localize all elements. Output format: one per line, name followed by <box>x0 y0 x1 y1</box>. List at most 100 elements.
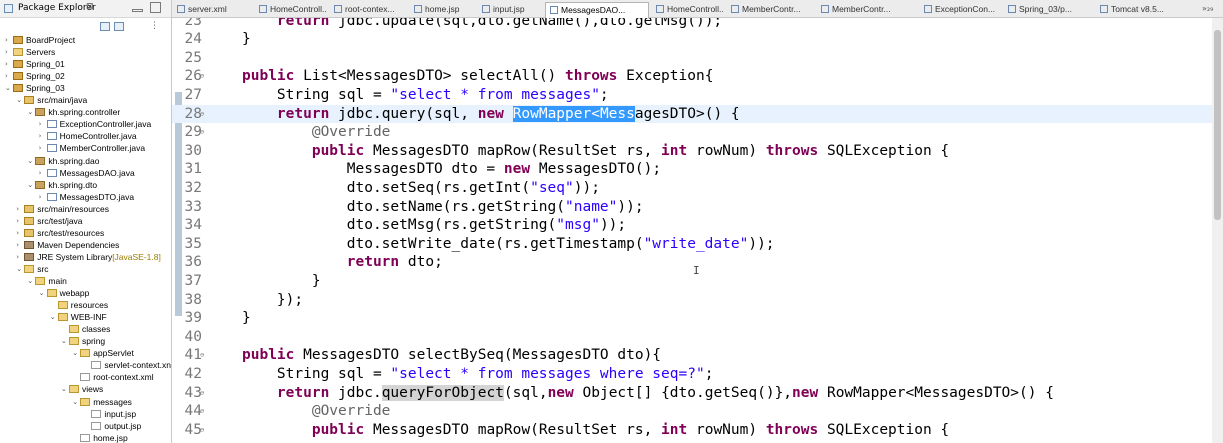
tree-item-label: servlet-context.xn <box>104 360 172 371</box>
fold-toggle-icon[interactable]: ⊖ <box>200 105 204 124</box>
project-icon <box>13 72 23 81</box>
tree-item-label: ExceptionController.java <box>59 119 152 130</box>
code-line[interactable]: 42 String sql = "select * from messages … <box>172 365 1212 384</box>
tab-overflow-indicator[interactable]: »₂₉ <box>1202 4 1213 13</box>
view-menu-icon[interactable]: ⋮ <box>150 21 159 31</box>
expand-chevron-icon[interactable]: › <box>5 70 12 82</box>
collapse-chevron-icon[interactable]: ⌄ <box>72 347 79 359</box>
fold-toggle-icon[interactable]: ⊖ <box>200 402 204 421</box>
code-line[interactable]: 37 } <box>172 272 1212 291</box>
expand-chevron-icon[interactable]: › <box>39 118 46 130</box>
code-line[interactable]: 29 ⊖ @Override <box>172 123 1212 142</box>
editor-tab[interactable]: input.jsp <box>478 2 542 18</box>
code-line[interactable]: 26 ⊖ public List<MessagesDTO> selectAll() … <box>172 67 1212 86</box>
scrollbar-thumb[interactable] <box>1214 30 1221 220</box>
folder-icon <box>24 264 35 273</box>
collapse-chevron-icon[interactable]: ⌄ <box>27 275 34 287</box>
close-view-icon[interactable]: ⊠ <box>86 2 94 12</box>
expand-chevron-icon[interactable]: › <box>5 46 12 58</box>
collapse-chevron-icon[interactable]: ⌄ <box>27 179 34 191</box>
tree-item-label: kh.spring.controller <box>48 107 121 118</box>
editor-tab[interactable]: MemberContr... <box>817 2 917 18</box>
expand-chevron-icon[interactable]: › <box>39 167 46 179</box>
collapse-chevron-icon[interactable]: ⌄ <box>16 263 23 275</box>
code-line[interactable]: 32 dto.setSeq(rs.getInt("seq")); <box>172 179 1212 198</box>
fold-toggle-icon[interactable]: ⊖ <box>200 421 204 440</box>
editor-tab[interactable]: home.jsp <box>410 2 474 18</box>
code-line[interactable]: 43 ⊖ return jdbc.queryForObject(sql,new O… <box>172 384 1212 403</box>
line-number: 27 <box>184 86 202 103</box>
code-line[interactable]: 38 }); <box>172 291 1212 310</box>
expand-chevron-icon[interactable]: › <box>16 227 23 239</box>
collapse-chevron-icon[interactable]: ⌄ <box>27 106 34 118</box>
expand-chevron-icon[interactable]: › <box>39 130 46 142</box>
line-number: 37 <box>184 272 202 289</box>
editor-tab[interactable]: MessagesDAO... <box>545 2 649 18</box>
editor-tab[interactable]: MemberContr... <box>727 2 813 18</box>
code-line[interactable]: 23 return jdbc.update(sql,dto.getName(),… <box>172 18 1212 30</box>
code-line[interactable]: 36 return dto; <box>172 253 1212 272</box>
expand-chevron-icon[interactable]: › <box>16 251 23 263</box>
expand-chevron-icon[interactable]: › <box>39 191 46 203</box>
editor-tab[interactable]: server.xml <box>173 2 251 18</box>
collapse-chevron-icon[interactable]: ⌄ <box>16 94 23 106</box>
code-keyword: public <box>242 68 295 85</box>
code-line[interactable]: 24} <box>172 30 1212 49</box>
editor-tab-label: MemberContr... <box>832 4 891 14</box>
collapse-chevron-icon[interactable]: ⌄ <box>61 383 68 395</box>
line-number: 39 <box>184 310 202 327</box>
editor-tab[interactable]: root-contex... <box>330 2 406 18</box>
code-line[interactable]: 25 <box>172 49 1212 68</box>
code-line[interactable]: 40 <box>172 328 1212 347</box>
code-editor[interactable]: 23 return jdbc.update(sql,dto.getName(),… <box>172 18 1223 443</box>
code-line[interactable]: 34 dto.setMsg(rs.getString("msg")); <box>172 216 1212 235</box>
editor-tab-label: Spring_03/p... <box>1019 4 1072 14</box>
minimize-view-icon[interactable] <box>132 9 143 12</box>
code-line[interactable]: 45 ⊖ public MessagesDTO mapRow(ResultSet … <box>172 421 1212 440</box>
code-line[interactable]: 41 ⊖ public MessagesDTO selectBySeq(Messag… <box>172 346 1212 365</box>
code-text: } <box>242 310 251 327</box>
expand-chevron-icon[interactable]: › <box>39 142 46 154</box>
code-line[interactable]: 27 String sql = "select * from messages"… <box>172 86 1212 105</box>
link-with-editor-icon[interactable] <box>114 22 124 31</box>
code-line[interactable]: 30 public MessagesDTO mapRow(ResultSet r… <box>172 142 1212 161</box>
code-string: "name" <box>565 198 618 215</box>
code-line[interactable]: 35 dto.setWrite_date(rs.getTimestamp("wr… <box>172 235 1212 254</box>
editor-tab[interactable]: Tomcat v8.5... <box>1096 2 1200 18</box>
code-line[interactable]: 39} <box>172 309 1212 328</box>
code-line[interactable]: 31 MessagesDTO dto = new MessagesDTO(); <box>172 160 1212 179</box>
editor-tab[interactable]: ExceptionCon... <box>920 2 1000 18</box>
package-icon <box>35 180 46 189</box>
tree-item-label: root-context.xml <box>93 372 154 383</box>
tree-item-label: webapp <box>59 288 90 299</box>
collapse-chevron-icon[interactable]: ⌄ <box>5 82 12 94</box>
collapse-chevron-icon[interactable]: ⌄ <box>27 155 34 167</box>
code-line[interactable]: 28 ⊖ return jdbc.query(sql, new RowMapper… <box>172 104 1212 124</box>
expand-chevron-icon[interactable]: › <box>16 203 23 215</box>
expand-chevron-icon[interactable]: › <box>5 58 12 70</box>
collapse-chevron-icon[interactable]: ⌄ <box>72 396 79 408</box>
editor-tab[interactable]: HomeControll... <box>652 2 724 18</box>
fold-toggle-icon[interactable]: ⊖ <box>200 67 204 86</box>
expand-chevron-icon[interactable]: › <box>5 34 12 46</box>
editor-tab[interactable]: Spring_03/p... <box>1004 2 1092 18</box>
collapse-chevron-icon[interactable]: ⌄ <box>39 287 46 299</box>
code-content: MessagesDTO dto = new MessagesDTO(); <box>242 160 661 179</box>
expand-chevron-icon[interactable]: › <box>16 215 23 227</box>
fold-toggle-icon[interactable]: ⊖ <box>200 346 204 365</box>
collapse-chevron-icon[interactable]: ⌄ <box>61 335 68 347</box>
collapse-chevron-icon[interactable]: ⌄ <box>50 311 57 323</box>
fold-toggle-icon[interactable]: ⊖ <box>200 123 204 142</box>
code-line[interactable]: 44 ⊖ @Override <box>172 402 1212 421</box>
code-line[interactable]: 33 dto.setName(rs.getString("name")); <box>172 198 1212 217</box>
maximize-view-icon[interactable] <box>150 2 161 13</box>
expand-chevron-icon[interactable]: › <box>16 239 23 251</box>
tree-item-label: views <box>82 384 104 395</box>
editor-tab[interactable]: HomeControll... <box>255 2 327 18</box>
code-text: ; <box>704 365 714 382</box>
vertical-scrollbar[interactable] <box>1212 18 1223 443</box>
explorer-title[interactable]: Package Explorer <box>18 3 96 13</box>
library-icon <box>24 240 35 249</box>
collapse-all-icon[interactable] <box>100 22 110 31</box>
fold-toggle-icon[interactable]: ⊖ <box>200 384 204 403</box>
